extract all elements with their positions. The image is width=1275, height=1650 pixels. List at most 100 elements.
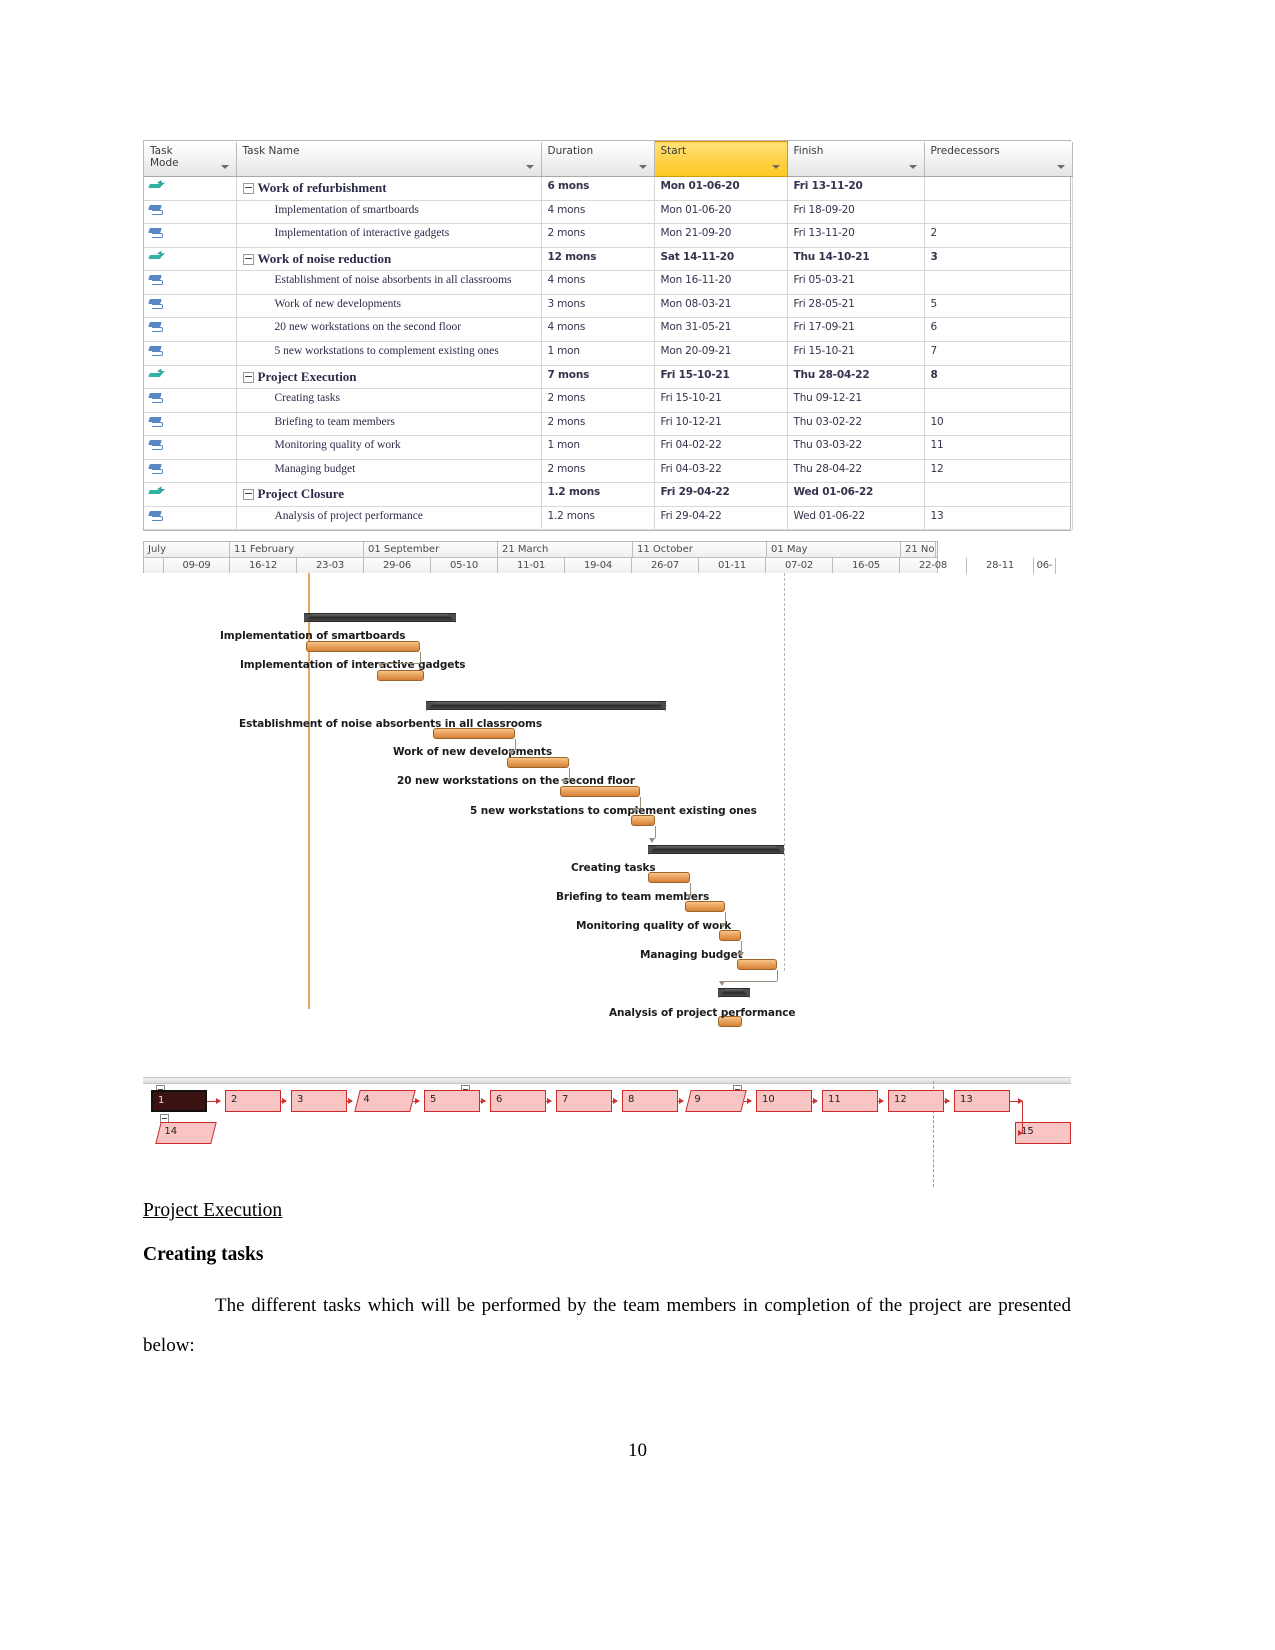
task-finish-cell[interactable]: Fri 18-09-20 (787, 200, 925, 225)
manual-schedule-icon[interactable] (148, 297, 166, 311)
task-name-cell[interactable]: 20 new workstations on the second floor (236, 317, 542, 342)
collapse-toggle-icon[interactable] (242, 489, 254, 501)
task-name-cell[interactable]: Work of refurbishment (236, 176, 542, 201)
task-start-cell[interactable]: Fri 04-02-22 (654, 435, 788, 460)
task-predecessors-cell[interactable] (924, 482, 1073, 507)
task-finish-cell[interactable]: Thu 09-12-21 (787, 388, 925, 413)
gantt-chart[interactable]: July 11 February 01 September 21 March 11 Oc… (143, 541, 1056, 1031)
network-node[interactable]: 11 (822, 1090, 878, 1112)
task-duration-cell[interactable]: 2 mons (541, 412, 655, 437)
network-node[interactable]: 10 (756, 1090, 812, 1112)
table-row[interactable]: Work of new developments 3 mons Mon 08-03-… (144, 294, 1073, 319)
task-predecessors-cell[interactable]: 3 (924, 247, 1073, 272)
network-node[interactable]: 8 (622, 1090, 678, 1112)
task-duration-cell[interactable]: 4 mons (541, 270, 655, 295)
table-row[interactable]: Creating tasks 2 mons Fri 15-10-21 Thu 09-1… (144, 388, 1073, 413)
task-finish-cell[interactable]: Fri 05-03-21 (787, 270, 925, 295)
chevron-down-icon[interactable] (525, 165, 534, 169)
gantt-plot-area[interactable]: Implementation of smartboards Implementat… (143, 573, 938, 1031)
task-predecessors-cell[interactable] (924, 200, 1073, 225)
collapse-toggle-icon[interactable] (242, 183, 254, 194)
table-row[interactable]: Work of refurbishment 6 mons Mon 01-06-20 F… (144, 176, 1073, 201)
task-start-cell[interactable]: Fri 15-10-21 (654, 365, 788, 390)
chevron-down-icon[interactable] (908, 165, 917, 169)
task-predecessors-cell[interactable] (924, 388, 1073, 413)
manual-schedule-icon[interactable] (148, 344, 166, 358)
task-name-cell[interactable]: Monitoring quality of work (236, 435, 542, 460)
task-start-cell[interactable]: Mon 21-09-20 (654, 223, 788, 248)
task-predecessors-cell[interactable]: 12 (924, 459, 1073, 484)
collapse-toggle-icon[interactable] (242, 253, 254, 265)
task-predecessors-cell[interactable]: 6 (924, 317, 1073, 342)
task-duration-cell[interactable]: 1 mon (541, 341, 655, 366)
task-predecessors-cell[interactable] (924, 176, 1073, 201)
task-name-cell[interactable]: Work of new developments (236, 294, 542, 319)
gantt-task-bar[interactable] (306, 641, 420, 652)
task-name-cell[interactable]: Managing budget (236, 459, 542, 484)
table-row[interactable]: 20 new workstations on the second floor 4… (144, 317, 1073, 342)
gantt-summary-bar[interactable] (648, 845, 784, 855)
gantt-summary-bar[interactable] (718, 988, 750, 998)
manual-schedule-icon[interactable] (148, 462, 166, 476)
task-mode-cell[interactable] (144, 341, 237, 366)
manual-schedule-icon[interactable] (148, 415, 166, 429)
task-predecessors-cell[interactable]: 5 (924, 294, 1073, 319)
task-predecessors-cell[interactable]: 8 (924, 365, 1073, 390)
task-start-cell[interactable]: Mon 20-09-21 (654, 341, 788, 366)
column-header-predecessors[interactable]: Predecessors (924, 141, 1073, 177)
manual-schedule-icon[interactable] (148, 320, 166, 334)
gantt-task-bar[interactable] (507, 757, 569, 768)
table-row[interactable]: Establishment of noise absorbents in all… (144, 270, 1073, 295)
network-diagram[interactable]: 1 2 3 4 5 6 7 8 9 10 11 12 13 14 15 (143, 1077, 1071, 1187)
task-predecessors-cell[interactable] (924, 270, 1073, 295)
auto-schedule-icon[interactable] (148, 179, 166, 193)
chevron-down-icon[interactable] (1056, 165, 1065, 169)
task-duration-cell[interactable]: 1.2 mons (541, 482, 655, 507)
task-name-cell[interactable]: Analysis of project performance (236, 506, 542, 531)
manual-schedule-icon[interactable] (148, 273, 166, 287)
network-node[interactable]: 14 (155, 1122, 217, 1144)
task-mode-cell[interactable] (144, 223, 237, 248)
task-duration-cell[interactable]: 2 mons (541, 459, 655, 484)
table-row[interactable]: Project Closure 1.2 mons Fri 29-04-22 Wed 0… (144, 482, 1073, 507)
table-row[interactable]: Analysis of project performance 1.2 mons F… (144, 506, 1073, 531)
task-start-cell[interactable]: Fri 10-12-21 (654, 412, 788, 437)
network-node[interactable]: 3 (291, 1090, 347, 1112)
task-mode-cell[interactable] (144, 317, 237, 342)
task-name-cell[interactable]: Work of noise reduction (236, 247, 542, 272)
column-header-task-mode[interactable]: Task Mode (144, 141, 237, 177)
task-name-cell[interactable]: 5 new workstations to complement existin… (236, 341, 542, 366)
task-duration-cell[interactable]: 6 mons (541, 176, 655, 201)
table-row[interactable]: Work of noise reduction 12 mons Sat 14-11-… (144, 247, 1073, 272)
task-mode-cell[interactable] (144, 435, 237, 460)
column-header-duration[interactable]: Duration (541, 141, 655, 177)
task-name-cell[interactable]: Briefing to team members (236, 412, 542, 437)
task-start-cell[interactable]: Fri 04-03-22 (654, 459, 788, 484)
gantt-task-bar[interactable] (377, 670, 424, 681)
task-finish-cell[interactable]: Fri 15-10-21 (787, 341, 925, 366)
chevron-down-icon[interactable] (771, 165, 780, 169)
task-name-cell[interactable]: Implementation of smartboards (236, 200, 542, 225)
table-row[interactable]: Implementation of smartboards 4 mons Mon 0… (144, 200, 1073, 225)
task-name-cell[interactable]: Project Closure (236, 482, 542, 507)
network-node[interactable]: 9 (685, 1090, 747, 1112)
table-row[interactable]: Project Execution 7 mons Fri 15-10-21 Thu 2… (144, 365, 1073, 390)
task-predecessors-cell[interactable]: 11 (924, 435, 1073, 460)
auto-schedule-icon[interactable] (148, 485, 166, 499)
manual-schedule-icon[interactable] (148, 203, 166, 217)
task-start-cell[interactable]: Mon 01-06-20 (654, 200, 788, 225)
task-start-cell[interactable]: Mon 08-03-21 (654, 294, 788, 319)
task-finish-cell[interactable]: Thu 14-10-21 (787, 247, 925, 272)
task-finish-cell[interactable]: Fri 28-05-21 (787, 294, 925, 319)
task-duration-cell[interactable]: 1.2 mons (541, 506, 655, 531)
task-duration-cell[interactable]: 4 mons (541, 200, 655, 225)
network-node[interactable]: 5 (424, 1090, 480, 1112)
chevron-down-icon[interactable] (638, 165, 647, 169)
table-row[interactable]: Managing budget 2 mons Fri 04-03-22 Thu 28-… (144, 459, 1073, 484)
task-mode-cell[interactable] (144, 412, 237, 437)
task-duration-cell[interactable]: 4 mons (541, 317, 655, 342)
task-finish-cell[interactable]: Fri 13-11-20 (787, 223, 925, 248)
task-start-cell[interactable]: Mon 31-05-21 (654, 317, 788, 342)
manual-schedule-icon[interactable] (148, 226, 166, 240)
gantt-summary-bar[interactable] (304, 613, 456, 623)
